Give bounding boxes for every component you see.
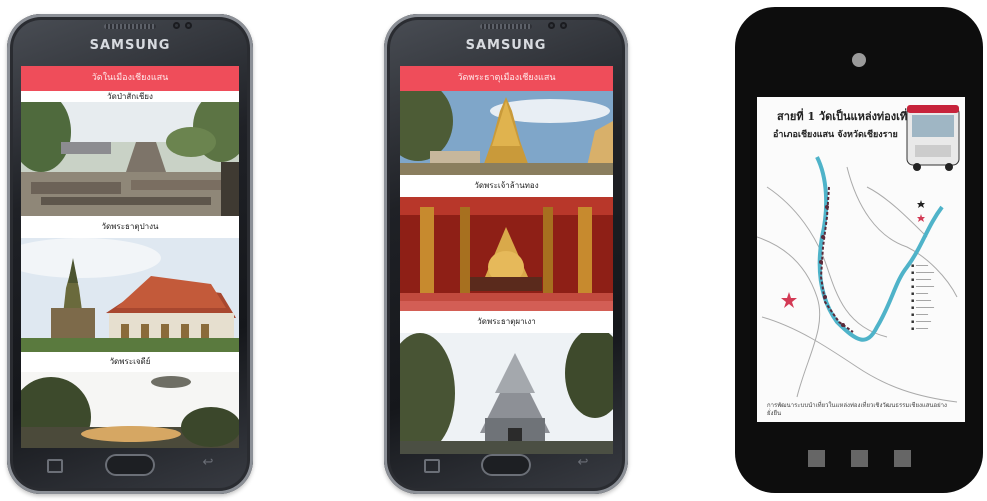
route-map[interactable] (757, 97, 965, 422)
recent-apps-icon[interactable] (424, 459, 440, 473)
home-button[interactable] (481, 454, 531, 476)
temple-photo-chedi[interactable] (21, 238, 239, 352)
phone-navigation-bar: ↩ (398, 450, 614, 482)
back-icon[interactable]: ↩ (576, 456, 590, 469)
phone-mockup-1: SAMSUNG วัดในเมืองเชียงแสน วัดป่าสักเชีย… (7, 14, 253, 494)
menu-key[interactable] (807, 450, 825, 467)
phone-navigation-bar: ↩ (21, 450, 239, 482)
camera-lens-icon (852, 53, 866, 67)
photo-caption: วัดป่าสักเชียง (21, 91, 239, 102)
photo-caption: วัดพระธาตุผาเงา (400, 311, 613, 333)
sensor-icon (560, 22, 567, 29)
earpiece-speaker (104, 24, 156, 29)
photo-caption: วัดพระเจ้าล้านทอง (400, 175, 613, 197)
front-camera-icon (548, 22, 555, 29)
front-camera-icon (173, 22, 180, 29)
photo-caption: วัดพระเจดีย์ (21, 352, 239, 372)
temple-photo-ruins[interactable] (21, 102, 239, 216)
map-screen: สายที่ 1 วัดเป็นแหล่งท่องเที่ยว อำเภอเชี… (757, 97, 965, 422)
photo-caption: วัดพระธาตุปางน (21, 216, 239, 238)
phone-brand-label: SAMSUNG (89, 38, 171, 53)
map-footer-caption: การพัฒนาระบบนำเที่ยวในแหล่งท่องเที่ยวเชิ… (767, 402, 947, 417)
phone-mockup-3: สายที่ 1 วัดเป็นแหล่งท่องเที่ยว อำเภอเชี… (735, 7, 983, 493)
temple-photo-silver-temple[interactable] (400, 333, 613, 454)
back-key[interactable] (893, 450, 911, 467)
map-legend: ▪ ──── ▪ ────── ▪ ───── ▪ ────── ▪ ──── ▪ ──… (911, 263, 935, 332)
temple-photo-interior-altar[interactable] (400, 197, 613, 311)
temple-photo-golden-chedi[interactable] (400, 91, 613, 175)
temple-photo-sunset[interactable] (21, 372, 239, 448)
back-icon[interactable]: ↩ (201, 456, 215, 469)
app-screen-1: วัดในเมืองเชียงแสน วัดป่าสักเชียง วัดพระ… (21, 66, 239, 448)
home-key[interactable] (850, 450, 868, 467)
phone-brand-label: SAMSUNG (465, 38, 547, 53)
recent-apps-icon[interactable] (47, 459, 63, 473)
phone-mockup-2: SAMSUNG วัดพระธาตุเมืองเชียงแสน วัดพระเจ… (384, 14, 628, 494)
tour-bus-image (906, 105, 960, 171)
app-screen-2: วัดพระธาตุเมืองเชียงแสน วัดพระเจ้าล้านทอ… (400, 66, 613, 454)
earpiece-speaker (480, 24, 532, 29)
app-header: วัดพระธาตุเมืองเชียงแสน (400, 66, 613, 91)
sensor-icon (185, 22, 192, 29)
app-header: วัดในเมืองเชียงแสน (21, 66, 239, 91)
hardware-keys (735, 450, 983, 467)
home-button[interactable] (105, 454, 155, 476)
